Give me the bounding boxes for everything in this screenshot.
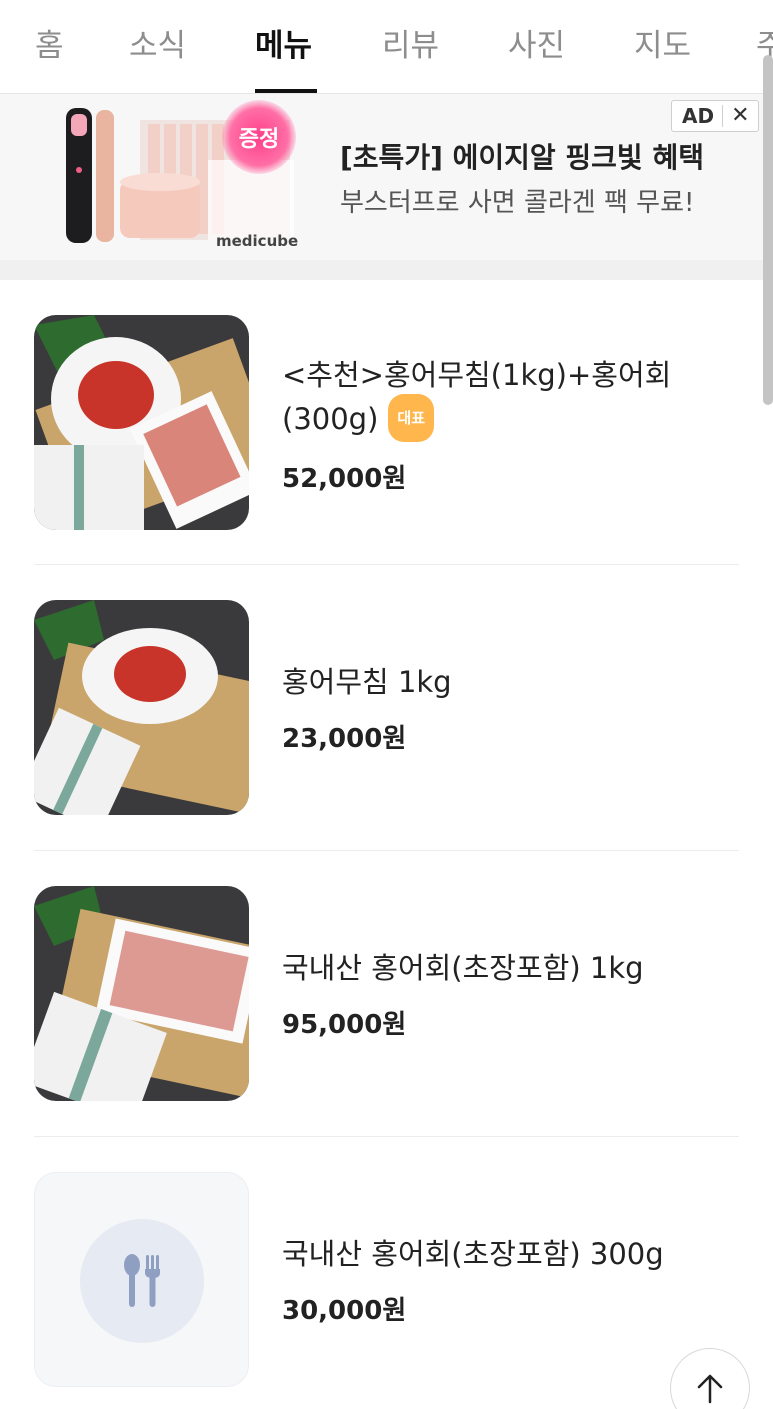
- tab-bar: 홈 소식 메뉴 리뷰 사진 지도 주: [0, 0, 773, 94]
- menu-item-price: 30,000원: [282, 1296, 407, 1326]
- divider: [34, 564, 739, 565]
- ad-gift-badge: 증정: [222, 100, 296, 174]
- menu-item-name: 국내산 홍어회(초장포함) 1kg: [282, 951, 644, 985]
- menu-item-photo: [34, 315, 249, 530]
- menu-item-photo: [34, 600, 249, 815]
- menu-item-name: <추천>홍어무침(1kg)+홍어회(300g) 대표: [282, 353, 737, 445]
- signature-badge: 대표: [388, 394, 434, 442]
- menu-item[interactable]: <추천>홍어무침(1kg)+홍어회(300g) 대표 52,000원: [34, 315, 739, 531]
- tab-home[interactable]: 홈: [35, 20, 64, 65]
- menu-item[interactable]: 국내산 홍어회(초장포함) 300g 30,000원: [34, 1172, 739, 1388]
- ad-subtitle[interactable]: 부스터프로 사면 콜라겐 팩 무료!: [340, 182, 694, 219]
- tab-menu[interactable]: 메뉴: [255, 20, 312, 65]
- menu-item-photo: [34, 886, 249, 1101]
- section-divider: [0, 260, 773, 280]
- active-tab-indicator: [255, 89, 317, 93]
- divider: [34, 1136, 739, 1137]
- menu-item-price: 52,000원: [282, 464, 407, 494]
- ad-label: AD: [672, 105, 724, 127]
- menu-item-price: 95,000원: [282, 1010, 407, 1040]
- scrollbar[interactable]: [763, 55, 773, 405]
- tab-photos[interactable]: 사진: [508, 20, 565, 65]
- menu-item-price: 23,000원: [282, 724, 407, 754]
- ad-badge: AD ✕: [671, 100, 759, 132]
- ad-title[interactable]: [초특가] 에이지알 핑크빛 혜택: [340, 136, 704, 176]
- utensils-icon: [124, 1254, 160, 1307]
- tab-map[interactable]: 지도: [634, 20, 691, 65]
- tab-news[interactable]: 소식: [129, 20, 186, 65]
- menu-item-name-text: <추천>홍어무침(1kg)+홍어회(300g): [282, 358, 672, 436]
- ad-brand-logo: medicube: [216, 232, 299, 250]
- menu-item-name: 국내산 홍어회(초장포함) 300g: [282, 1237, 664, 1271]
- menu-item-name: 홍어무침 1kg: [282, 665, 452, 699]
- divider: [34, 850, 739, 851]
- close-icon[interactable]: ✕: [723, 105, 749, 127]
- menu-item-photo-placeholder: [34, 1172, 249, 1387]
- tab-reviews[interactable]: 리뷰: [382, 20, 439, 65]
- menu-item[interactable]: 국내산 홍어회(초장포함) 1kg 95,000원: [34, 886, 739, 1102]
- menu-item[interactable]: 홍어무침 1kg 23,000원: [34, 600, 739, 816]
- arrow-up-icon: [697, 1374, 723, 1404]
